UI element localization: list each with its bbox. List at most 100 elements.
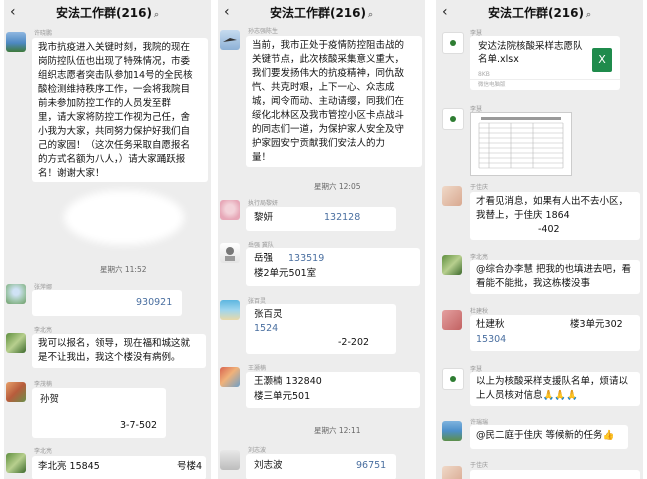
avatar[interactable]: [442, 368, 464, 390]
excel-file-icon: X: [592, 48, 612, 72]
message-bubble[interactable]: 杜建秋 楼3单元302 15304: [470, 315, 640, 351]
search-icon[interactable]: ⌕: [154, 10, 159, 20]
message-bubble[interactable]: 我可以报名，领导，现在福和城这就 是不让我出，我这个楼没有病例。: [32, 334, 206, 368]
message-bubble[interactable]: 李北亮 15845 号楼4: [32, 456, 206, 479]
sender-name: 李北亮: [34, 327, 53, 334]
message-text: 里，请大家将防控工作视为己任，舍: [38, 112, 191, 123]
message-bubble[interactable]: @民二庭于佳庆 等候新的任务👍: [470, 425, 628, 449]
message-text: 我替上，于佳庆 1864: [476, 210, 570, 221]
avatar[interactable]: [220, 450, 240, 470]
message-bubble[interactable]: 张百灵 1524 -2-202: [246, 304, 396, 354]
avatar[interactable]: [220, 243, 240, 263]
message-text: @民二庭于佳庆 等候新的任务👍: [476, 430, 615, 441]
chat-title: 安法工作群(216) ⌕: [269, 6, 374, 20]
sender-name: 杜建秋: [470, 308, 489, 315]
message-bubble[interactable]: 孙贺 3-7-502: [32, 388, 166, 438]
redacted-area: [64, 190, 184, 245]
sender-name: 李北亮: [34, 448, 53, 455]
message-bubble[interactable]: 王灏楠 132840 楼三单元501: [246, 372, 420, 408]
chat-panel-left: ‹ 安法工作群(216) ⌕ 许晓鹏 我市抗疫进入关键时刻，我院的现在 岗防控队伍…: [4, 0, 211, 479]
message-text: 我可以报名，领导，现在福和城这就: [38, 338, 191, 349]
sender-name: 许晓鹏: [34, 30, 53, 37]
sender-name: 执行局黎妍: [248, 200, 279, 207]
message-bubble[interactable]: 岳强 133519 楼2单元501室: [246, 248, 420, 286]
message-text: -2-202: [338, 337, 370, 348]
message-bubble[interactable]: 我市抗疫进入关键时刻，我院的现在 岗防控队伍也出现了特殊情况，市委 组织志愿者突…: [32, 38, 208, 182]
chat-header: ‹ 安法工作群(216) ⌕: [4, 0, 211, 25]
search-icon[interactable]: ⌕: [368, 10, 373, 20]
message-bubble[interactable]: 刘志波 96751: [246, 454, 396, 479]
chat-panel-right: ‹ 安法工作群(216) ⌕ 李慧 安达法院核酸采样志愿队 名单.xlsx 8KB…: [436, 0, 643, 479]
avatar[interactable]: [442, 421, 462, 441]
message-text: 132128: [324, 212, 361, 223]
message-bubble[interactable]: 当前，我市正处于疫情防控阻击战的 关键节点，此次核酸采集意义重大， 我们要发扬伟…: [246, 36, 422, 167]
message-text: 忾、共克时艰，上下一心、众志成: [252, 82, 395, 93]
avatar[interactable]: [220, 30, 240, 50]
avatar[interactable]: [442, 32, 464, 54]
message-text: 当前，我市正处于疫情防控阻击战的: [252, 40, 405, 51]
message-text: 号楼4: [177, 461, 203, 472]
avatar[interactable]: [442, 310, 462, 330]
timestamp: 星期六 12:05: [314, 182, 361, 191]
message-text: 930921: [136, 297, 173, 308]
avatar[interactable]: [6, 333, 26, 353]
message-text: 我市抗疫进入关键时刻，我院的现在: [38, 42, 191, 53]
avatar[interactable]: [6, 284, 26, 304]
message-text: 3-7-502: [120, 420, 158, 431]
message-text: 15304: [476, 334, 507, 345]
timestamp: 星期六 11:52: [100, 265, 147, 274]
message-bubble[interactable]: 930921: [32, 290, 182, 316]
message-text: 护家园安宁贡献我们安法人的力: [252, 138, 386, 149]
chat-header: ‹ 安法工作群(216) ⌕: [436, 0, 643, 25]
message-text: 是不让我出，我这个楼没有病例。: [38, 352, 181, 363]
avatar[interactable]: [442, 466, 462, 479]
message-text: 看能不能批，我这栋楼没事: [476, 278, 591, 289]
message-text: 楼2单元501室: [254, 268, 317, 279]
avatar[interactable]: [442, 108, 464, 130]
message-text: 城，闻令而动、主动请缨，同我们在: [252, 96, 405, 107]
message-text: 王灏楠 132840: [254, 376, 322, 387]
message-text: 李北亮 15845: [38, 461, 100, 472]
spreadsheet-image[interactable]: [470, 112, 572, 176]
message-text: 133519: [288, 253, 325, 264]
message-text: 才看见消息，如果有人出不去小区，: [476, 196, 629, 207]
avatar[interactable]: [6, 453, 26, 473]
message-text: 96751: [356, 460, 387, 471]
message-text: -402: [538, 224, 560, 235]
avatar[interactable]: [220, 367, 240, 387]
message-bubble[interactable]: @综合办李慧 把我的也填进去吧，看 看能不能批，我这栋楼没事: [470, 260, 640, 294]
message-text: 名！谢谢大家！: [38, 168, 105, 179]
file-message[interactable]: 安达法院核酸采样志愿队 名单.xlsx 8KB X 微信电脑版: [470, 36, 620, 90]
message-text: 的同志们一道，为保护家人安全及守: [252, 124, 405, 135]
avatar[interactable]: [220, 300, 240, 320]
file-name: 安达法院核酸采样志愿队: [478, 41, 583, 52]
message-text: 以上为核酸采样支援队名单，烦请以: [476, 376, 629, 387]
message-bubble[interactable]: [470, 470, 640, 479]
message-text: 绥化北林区及我市管控小区卡点战斗: [252, 110, 405, 121]
message-text: 酸检测维持秩序工作，一会将我院目: [38, 84, 191, 95]
avatar[interactable]: [220, 200, 240, 220]
message-text: 杜建秋: [476, 319, 505, 330]
message-text: 量！: [252, 152, 272, 163]
message-text: 小我为大家，共同努力保护好我们自: [38, 126, 191, 137]
message-bubble[interactable]: 黎妍 132128: [246, 207, 396, 231]
avatar[interactable]: [6, 32, 26, 52]
message-text: 1524: [254, 323, 279, 334]
file-name: 名单.xlsx: [478, 54, 519, 65]
avatar[interactable]: [6, 382, 26, 402]
message-text: @综合办李慧 把我的也填进去吧，看: [476, 264, 632, 275]
timestamp: 星期六 12:11: [314, 426, 361, 435]
message-text: 黎妍: [254, 212, 274, 223]
sender-name: 孙志强陈生: [248, 28, 279, 35]
message-bubble[interactable]: 以上为核酸采样支援队名单，烦请以 上人员核对信息🙏🙏🙏: [470, 372, 640, 406]
message-text: 的方式名额为八人，）请大家踊跃报: [38, 154, 186, 165]
search-icon[interactable]: ⌕: [586, 10, 591, 20]
message-text: 前未参加防控工作的人员发至群: [38, 98, 172, 109]
message-text: 孙贺: [40, 394, 60, 405]
message-bubble[interactable]: 才看见消息，如果有人出不去小区， 我替上，于佳庆 1864 -402: [470, 192, 640, 240]
sender-name: 刘志波: [248, 447, 267, 454]
message-text: 楼三单元501: [254, 391, 311, 402]
avatar[interactable]: [442, 186, 462, 206]
avatar[interactable]: [442, 255, 462, 275]
message-text: 己的家园！（这次任务采取自愿报名: [38, 140, 191, 151]
